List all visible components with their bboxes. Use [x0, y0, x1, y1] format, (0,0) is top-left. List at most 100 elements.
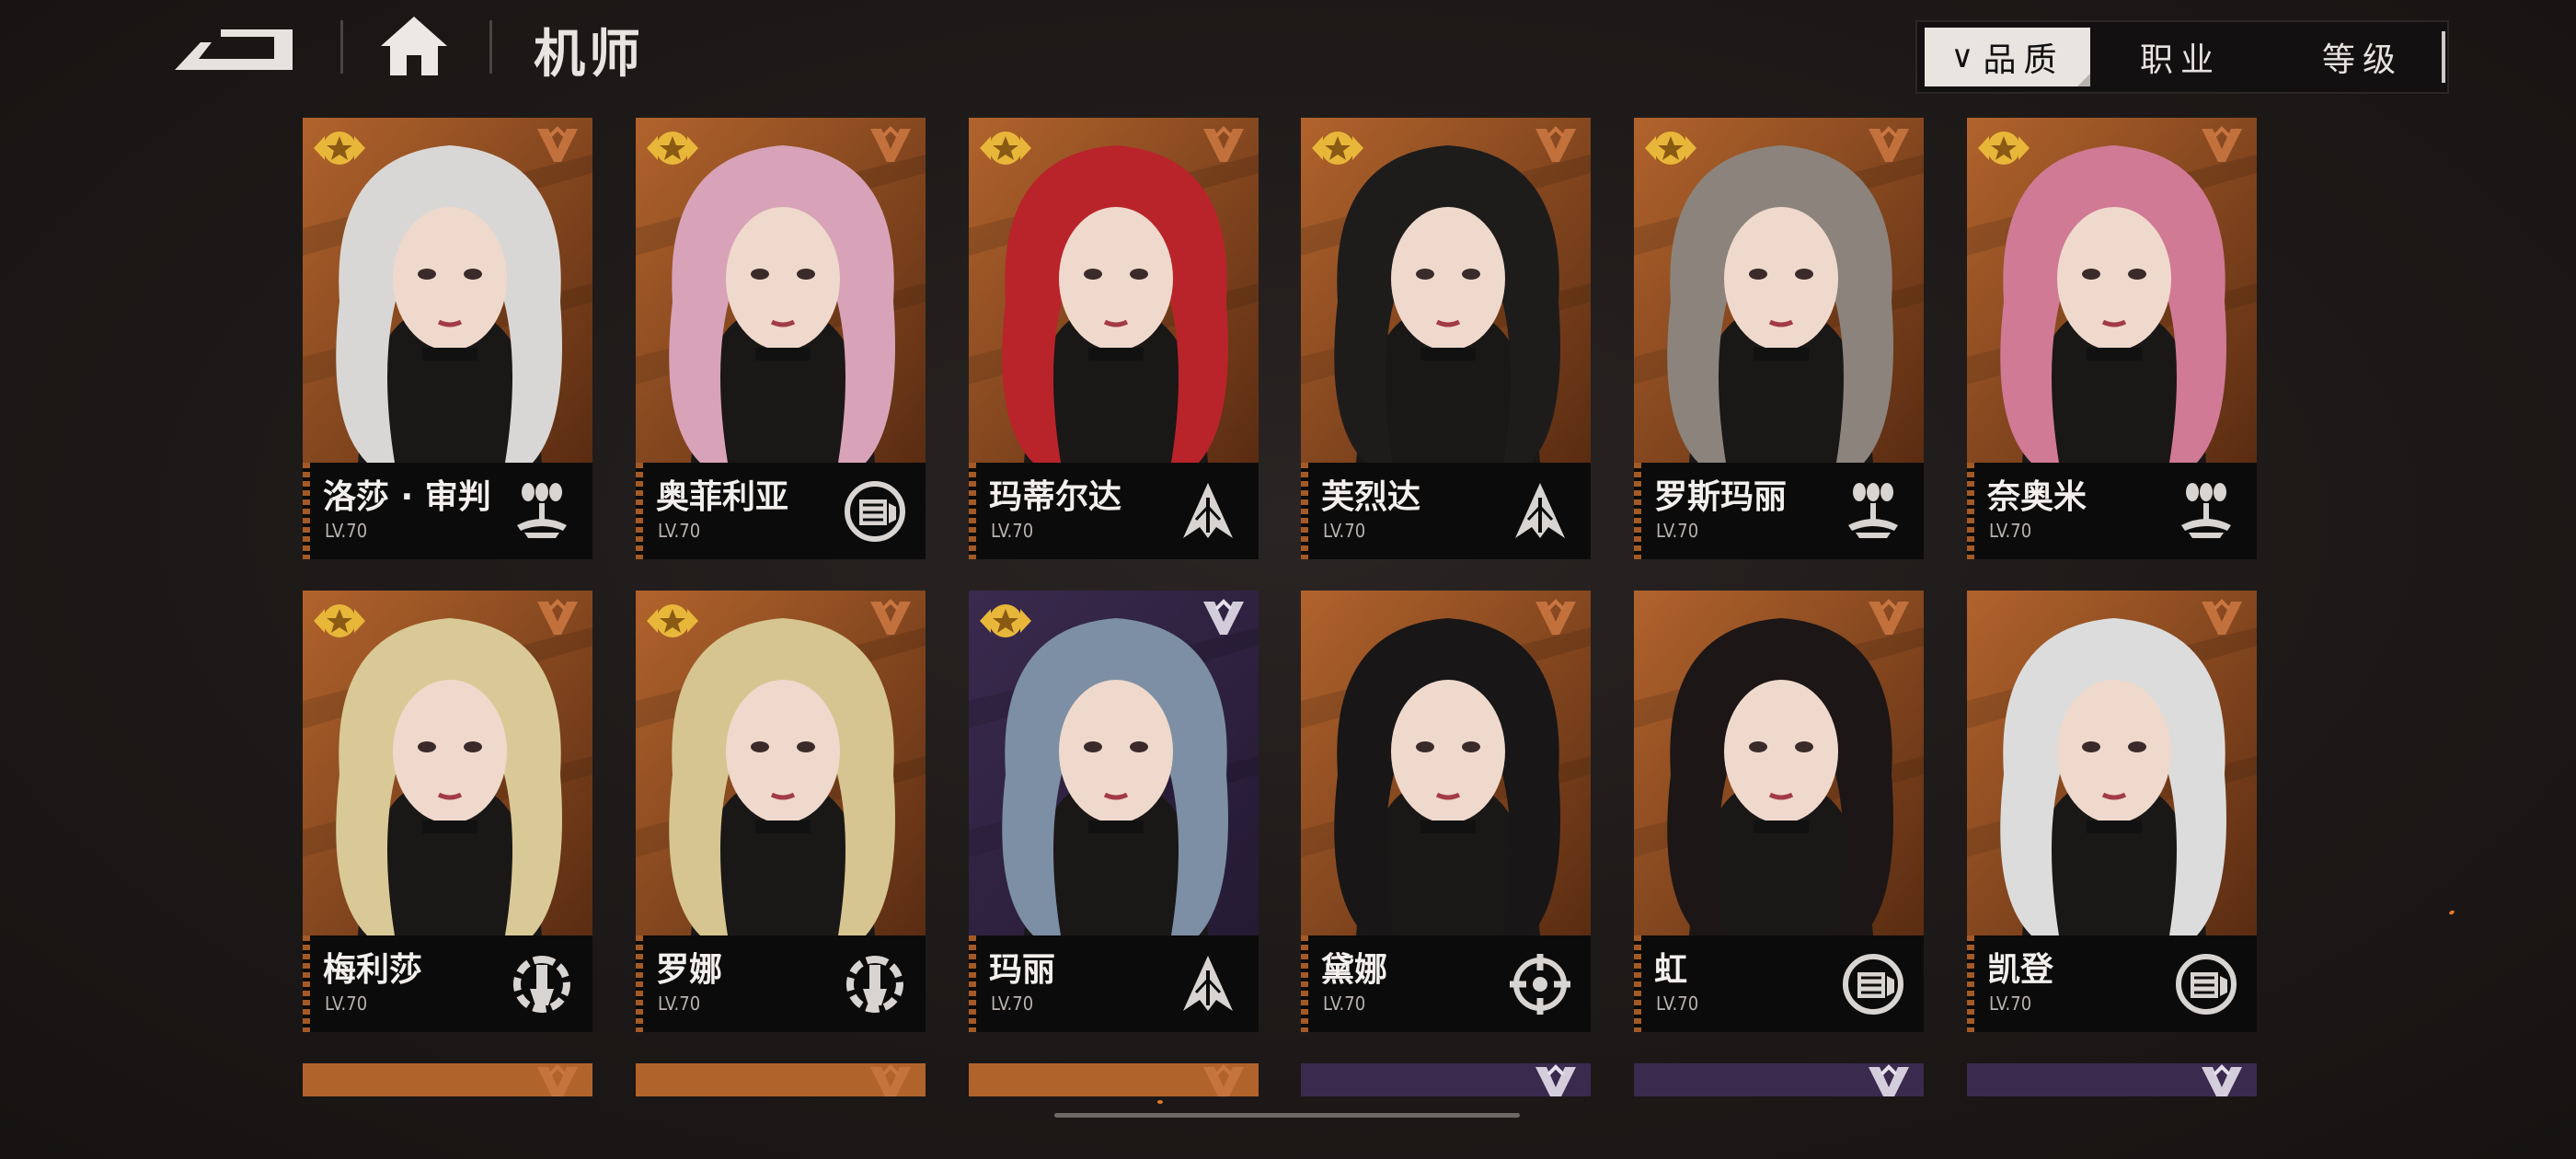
back-button[interactable] [164, 17, 302, 81]
home-button[interactable] [377, 13, 451, 79]
pilot-name: 黛娜 [1321, 951, 1388, 989]
pilot-nameplate: 玛丽 LV.70 [969, 935, 1259, 1032]
sort-tabs: ∨ 品质 职业 等级 [1915, 20, 2449, 94]
pilot-level: LV.70 [1656, 520, 1699, 542]
bombard-icon [510, 479, 574, 544]
faction-emblem-icon [1865, 598, 1913, 638]
pilot-level: LV.70 [991, 993, 1034, 1015]
pilot-nameplate: 梅利莎 LV.70 [303, 935, 592, 1032]
faction-emblem-icon [1865, 125, 1913, 166]
pilot-card[interactable]: 梅利莎 LV.70 [303, 591, 592, 1032]
faction-emblem-icon [534, 125, 581, 166]
page-title: 机师 [534, 25, 644, 85]
pilot-card[interactable]: 奈奥米 LV.70 [1967, 118, 2257, 559]
pilot-card[interactable]: 玛蒂尔达 LV.70 [969, 118, 1259, 559]
pilot-card-partial[interactable] [1301, 1063, 1591, 1096]
faction-emblem-icon [1865, 1063, 1913, 1096]
star-rank-icon [1976, 125, 2031, 171]
pilot-card[interactable]: 玛丽 LV.70 [969, 591, 1259, 1032]
pilot-card-partial[interactable] [303, 1063, 592, 1096]
sort-tab-class[interactable]: 职业 [2098, 28, 2263, 86]
nameplate-accent [636, 463, 643, 559]
pilot-card-partial[interactable] [1967, 1063, 2257, 1096]
pilot-level: LV.70 [991, 520, 1034, 542]
star-rank-icon [1643, 125, 1698, 171]
pilot-card-partial[interactable] [1634, 1063, 1924, 1096]
pilot-card[interactable]: 奥菲利亚 LV.70 [636, 118, 926, 559]
nameplate-accent [1967, 935, 1974, 1032]
pilot-name: 梅利莎 [323, 951, 423, 989]
assault-icon [1508, 479, 1572, 544]
faction-emblem-icon [1200, 125, 1248, 166]
assault-icon [1176, 479, 1240, 544]
sort-tab-quality[interactable]: ∨ 品质 [1925, 28, 2090, 86]
bombard-icon [1841, 479, 1905, 544]
topbar-divider [489, 20, 492, 74]
back-arrow-icon [175, 29, 293, 70]
faction-emblem-icon [534, 1063, 581, 1096]
pilot-nameplate: 黛娜 LV.70 [1301, 935, 1591, 1032]
home-icon [381, 17, 447, 75]
sort-tab-level[interactable]: 等级 [2280, 28, 2445, 86]
pilot-roster-screen: 机师 ∨ 品质 职业 等级 洛莎 · 审判 LV.70 奥菲利亚 LV.70 玛… [0, 0, 2576, 1159]
nameplate-accent [1967, 463, 1974, 559]
ember-particle [2448, 909, 2455, 916]
sort-tab-label: 等级 [2321, 41, 2403, 79]
nameplate-accent [969, 463, 976, 559]
pilot-nameplate: 玛蒂尔达 LV.70 [969, 463, 1259, 559]
pilot-name: 芙烈达 [1321, 478, 1421, 516]
pilot-card[interactable]: 罗娜 LV.70 [636, 591, 926, 1032]
shield-icon [843, 479, 907, 544]
shield-icon [1841, 952, 1905, 1016]
nameplate-accent [636, 935, 643, 1032]
faction-emblem-icon [1200, 1063, 1248, 1096]
pilot-card[interactable]: 洛莎 · 审判 LV.70 [303, 118, 592, 559]
star-rank-icon [978, 125, 1033, 171]
target-icon [1508, 952, 1572, 1016]
pilot-name: 罗娜 [656, 951, 723, 989]
pilot-level: LV.70 [325, 520, 368, 542]
nameplate-accent [303, 463, 310, 559]
faction-emblem-icon [1532, 125, 1580, 166]
faction-emblem-icon [1532, 598, 1580, 638]
pilot-card-partial[interactable] [969, 1063, 1259, 1096]
pilot-card[interactable]: 虹 LV.70 [1634, 591, 1924, 1032]
pilot-level: LV.70 [1323, 520, 1366, 542]
shield-icon [2174, 952, 2238, 1016]
faction-emblem-icon [2198, 1063, 2246, 1096]
pilot-name: 奥菲利亚 [656, 478, 789, 516]
faction-emblem-icon [1200, 598, 1248, 638]
pilot-nameplate: 芙烈达 LV.70 [1301, 463, 1591, 559]
pilot-level: LV.70 [658, 520, 701, 542]
pilot-portrait [1301, 591, 1591, 935]
pilot-name: 罗斯玛丽 [1654, 478, 1788, 516]
scroll-indicator[interactable] [1054, 1113, 1520, 1118]
nameplate-accent [1301, 463, 1308, 559]
star-rank-icon [312, 125, 367, 171]
star-rank-icon [645, 598, 700, 644]
faction-emblem-icon [867, 598, 914, 638]
faction-emblem-icon [867, 1063, 914, 1096]
sort-tab-label: 品质 [1983, 41, 2064, 79]
topbar-divider [340, 20, 343, 74]
wrench-icon [510, 952, 574, 1016]
ember-particle [1157, 1100, 1163, 1104]
pilot-card[interactable]: 黛娜 LV.70 [1301, 591, 1591, 1032]
pilot-nameplate: 虹 LV.70 [1634, 935, 1924, 1032]
chevron-down-icon: ∨ [1950, 39, 1974, 75]
pilot-card-partial[interactable] [636, 1063, 926, 1096]
nameplate-accent [1634, 463, 1641, 559]
pilot-card[interactable]: 罗斯玛丽 LV.70 [1634, 118, 1924, 559]
pilot-portrait [1967, 591, 2257, 935]
star-rank-icon [312, 598, 367, 644]
star-rank-icon [645, 125, 700, 171]
faction-emblem-icon [2198, 125, 2246, 166]
pilot-card[interactable]: 芙烈达 LV.70 [1301, 118, 1591, 559]
pilot-card[interactable]: 凯登 LV.70 [1967, 591, 2257, 1032]
pilot-nameplate: 洛莎 · 审判 LV.70 [303, 463, 592, 559]
pilot-portrait [1634, 591, 1924, 935]
assault-icon [1176, 952, 1240, 1016]
pilot-level: LV.70 [1989, 520, 2032, 542]
pilot-nameplate: 罗娜 LV.70 [636, 935, 926, 1032]
pilot-level: LV.70 [1989, 993, 2032, 1015]
